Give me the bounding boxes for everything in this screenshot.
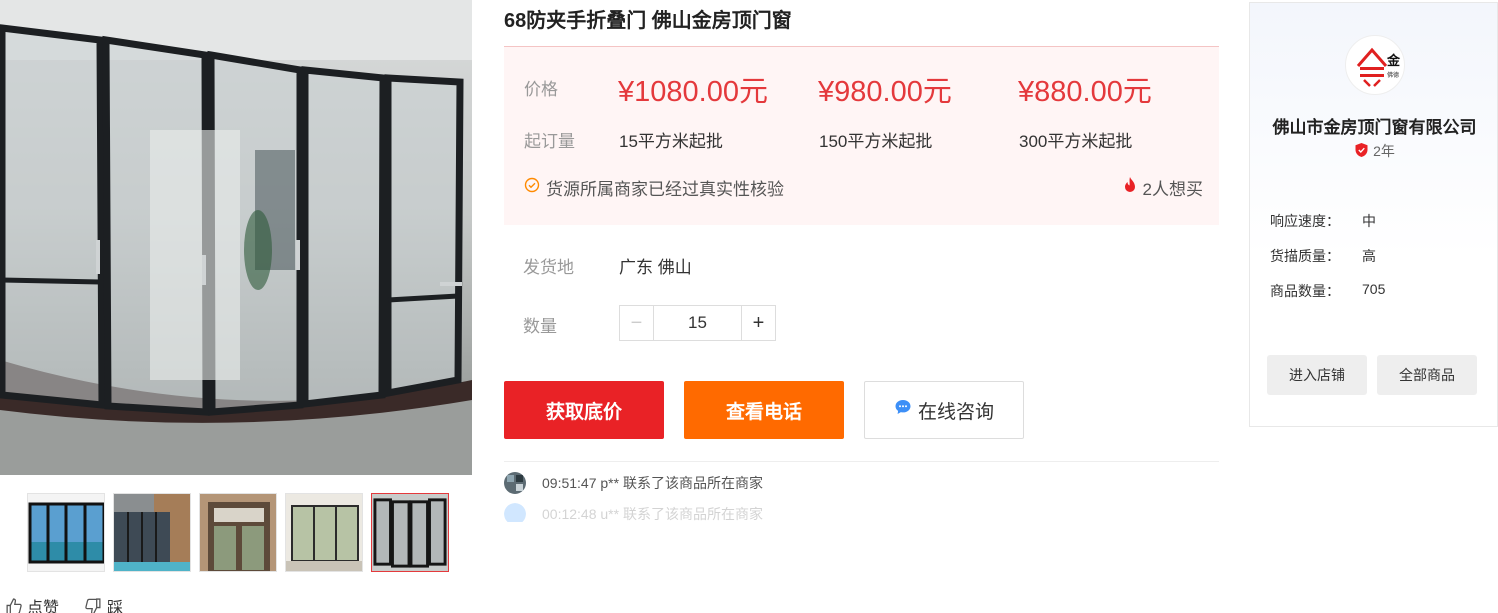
stat-value: 705 — [1362, 281, 1386, 297]
price-tier-3: ¥880.00元 — [1018, 76, 1152, 108]
stat-key: 响应速度： — [1270, 213, 1340, 229]
moq-tier-2: 150平方米起批 — [819, 132, 933, 151]
dislike-button[interactable]: 踩 — [85, 594, 123, 613]
user-avatar — [504, 503, 526, 522]
thumbnail-4[interactable] — [285, 493, 363, 572]
dislike-label: 踩 — [107, 600, 124, 613]
stat-value: 中 — [1362, 213, 1376, 229]
stat-value: 高 — [1362, 248, 1376, 264]
thumbs-down-icon — [85, 597, 102, 613]
svg-text:佛德: 佛德 — [1387, 71, 1399, 79]
price-label: 价格 — [524, 80, 558, 99]
chat-bubble-icon — [894, 398, 912, 422]
user-avatar — [504, 472, 526, 494]
verified-check-icon — [524, 177, 540, 198]
enter-store-button[interactable]: 进入店铺 — [1267, 355, 1367, 395]
activity-feed: 09:51:47 p** 联系了该商品所在商家 00:12:48 u** 联系了… — [504, 470, 1219, 522]
ship-from-label: 发货地 — [523, 258, 574, 277]
vote-bar: 点赞 踩 — [5, 594, 123, 613]
thumbnail-3[interactable] — [199, 493, 277, 572]
thumbnail-strip — [27, 493, 449, 572]
quantity-label: 数量 — [523, 317, 557, 336]
online-consult-label: 在线咨询 — [917, 401, 994, 423]
feed-item: 09:51:47 p** 联系了该商品所在商家 — [504, 472, 763, 494]
shop-logo[interactable]: 金 佛德 — [1345, 35, 1405, 95]
stat-key: 货描质量： — [1270, 248, 1340, 264]
section-divider — [504, 461, 1219, 462]
main-product-image — [0, 0, 472, 475]
like-label: 点赞 — [27, 600, 60, 613]
quantity-decrement-button[interactable]: − — [620, 306, 654, 340]
thumbnail-5-selected[interactable] — [371, 493, 449, 572]
ship-from-value: 广东 佛山 — [619, 258, 692, 277]
moq-tier-1: 15平方米起批 — [619, 132, 723, 151]
get-lowest-price-button[interactable]: 获取底价 — [504, 381, 664, 439]
stat-description-quality: 货描质量： 高 — [1270, 246, 1376, 266]
thumbnail-1[interactable] — [27, 493, 105, 572]
stat-product-count: 商品数量： 705 — [1270, 281, 1385, 301]
stat-response-speed: 响应速度： 中 — [1270, 211, 1376, 231]
like-button[interactable]: 点赞 — [5, 594, 59, 613]
online-consult-button[interactable]: 在线咨询 — [864, 381, 1024, 439]
verified-notice: 货源所属商家已经过真实性核验 — [524, 175, 784, 200]
shop-card: 金 佛德 佛山市金房顶门窗有限公司 2年 响应速度： 中 货描质量： 高 商品数… — [1249, 2, 1498, 427]
shop-years-text: 2年 — [1373, 143, 1395, 159]
quantity-stepper: − + — [619, 305, 776, 341]
product-title: 68防夹手折叠门 佛山金房顶门窗 — [504, 10, 792, 32]
shop-years-badge: 2年 — [1250, 141, 1498, 161]
price-panel: 价格 ¥1080.00元 ¥980.00元 ¥880.00元 起订量 15平方米… — [504, 46, 1219, 225]
feed-text: 09:51:47 p** 联系了该商品所在商家 — [542, 475, 763, 491]
quantity-input[interactable] — [654, 306, 741, 340]
moq-label: 起订量 — [524, 132, 575, 151]
price-tier-1: ¥1080.00元 — [618, 76, 768, 108]
svg-text:金: 金 — [1386, 53, 1401, 69]
flame-icon — [1123, 176, 1137, 199]
shop-name[interactable]: 佛山市金房顶门窗有限公司 — [1250, 113, 1498, 138]
moq-tier-3: 300平方米起批 — [1019, 132, 1133, 151]
want-text: 2人想买 — [1142, 180, 1203, 199]
all-products-button[interactable]: 全部商品 — [1377, 355, 1477, 395]
thumbnail-2[interactable] — [113, 493, 191, 572]
quantity-increment-button[interactable]: + — [741, 306, 775, 340]
feed-item: 00:12:48 u** 联系了该商品所在商家 — [504, 503, 763, 522]
verified-text: 货源所属商家已经过真实性核验 — [546, 180, 784, 199]
feed-text: 00:12:48 u** 联系了该商品所在商家 — [542, 506, 763, 522]
thumbs-up-icon — [5, 597, 22, 613]
shield-badge-icon — [1354, 142, 1369, 161]
want-count: 2人想买 — [1123, 175, 1203, 200]
view-phone-button[interactable]: 查看电话 — [684, 381, 844, 439]
price-tier-2: ¥980.00元 — [818, 76, 952, 108]
stat-key: 商品数量： — [1270, 283, 1340, 299]
